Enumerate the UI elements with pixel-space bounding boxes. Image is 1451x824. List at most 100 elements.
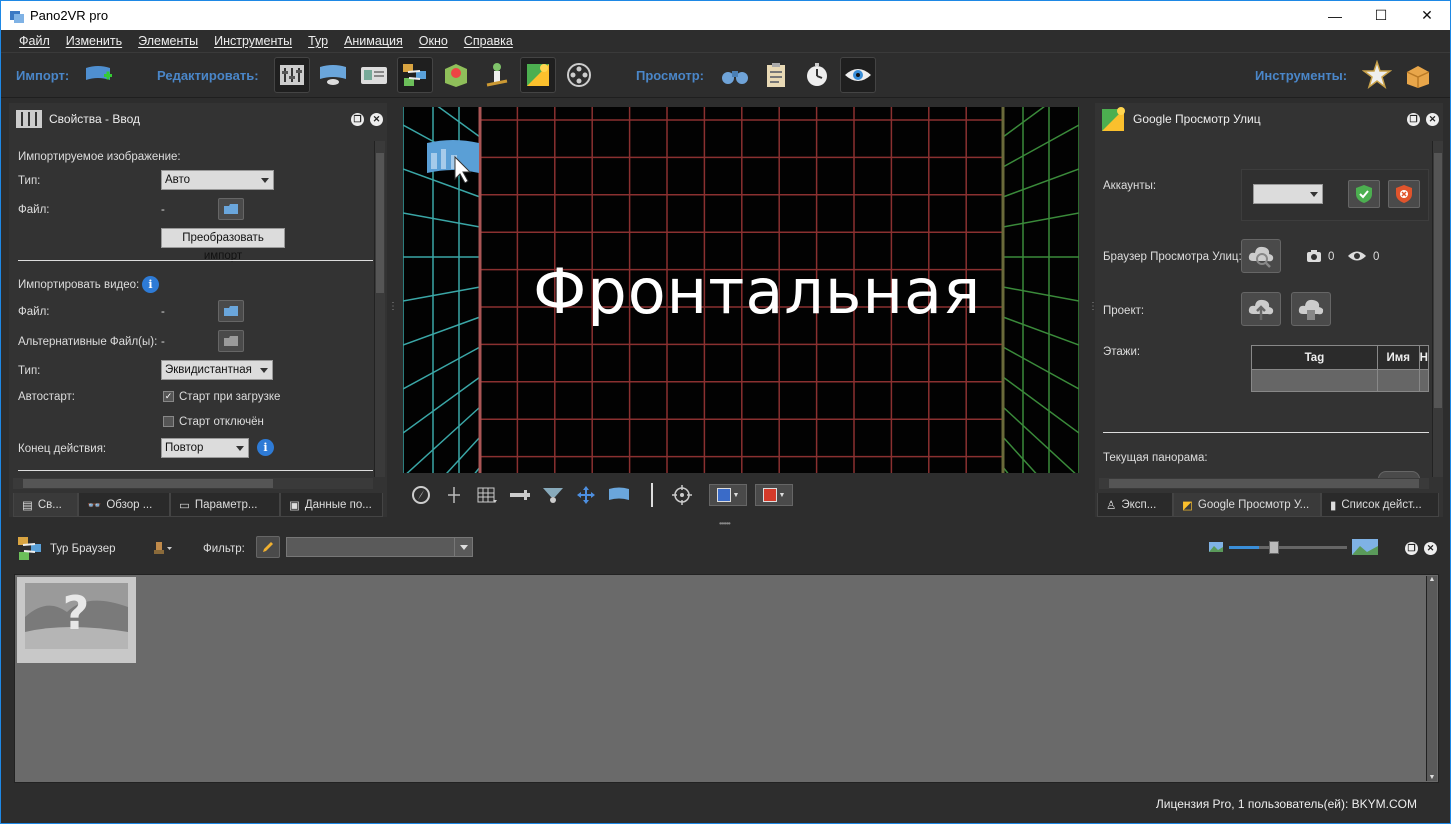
target-button[interactable]: [671, 485, 693, 505]
open-file-button[interactable]: [218, 198, 244, 220]
logout-button[interactable]: [1388, 180, 1420, 208]
menu-help[interactable]: Справка: [464, 34, 513, 48]
zoom-slider-handle[interactable]: [1268, 541, 1279, 554]
end-action-select[interactable]: Повтор: [161, 438, 249, 458]
vertical-scrollbar[interactable]: [1432, 141, 1443, 477]
panorama-viewer[interactable]: Фронтальная: [403, 107, 1079, 473]
fov-button[interactable]: [542, 485, 564, 505]
info-icon[interactable]: i: [257, 439, 274, 456]
scroll-thumb[interactable]: [1434, 153, 1442, 408]
placeholder-image-icon: ?: [25, 583, 128, 649]
user-data-button[interactable]: [356, 57, 392, 93]
menu-elements[interactable]: Элементы: [138, 34, 198, 48]
account-select[interactable]: [1253, 184, 1323, 204]
import-pano-button[interactable]: [81, 57, 117, 93]
column-header-name[interactable]: Имя: [1376, 345, 1420, 370]
blue-color-button[interactable]: ▼: [709, 484, 747, 506]
column-header-tag[interactable]: Tag: [1251, 345, 1378, 370]
splitter-handle[interactable]: ⋮: [388, 301, 398, 321]
tab-google-street-view[interactable]: ◩ Google Просмотр У...: [1173, 493, 1321, 517]
open-video-button[interactable]: [218, 300, 244, 322]
maps-button[interactable]: [438, 57, 474, 93]
packager-button[interactable]: [1400, 57, 1436, 93]
compass-button[interactable]: [410, 485, 432, 505]
scroll-thumb[interactable]: [23, 479, 273, 488]
output-button[interactable]: [758, 57, 794, 93]
pano-cursor-icon: [427, 140, 479, 183]
open-alt-files-button[interactable]: [218, 330, 244, 352]
login-button[interactable]: [1348, 180, 1380, 208]
tab-parameters[interactable]: ▭ Параметр...: [170, 493, 280, 517]
menu-file[interactable]: Файл: [19, 34, 50, 48]
map-pin-icon: [445, 64, 467, 87]
tab-overview[interactable]: 👓 Обзор ...: [78, 493, 170, 517]
scroll-thumb[interactable]: [376, 153, 384, 293]
move-button[interactable]: [575, 485, 597, 505]
close-panel-button[interactable]: ✕: [1426, 113, 1439, 126]
float-panel-button[interactable]: ❐: [1407, 113, 1420, 126]
skin-editor-button[interactable]: [479, 57, 515, 93]
alt-files-value: -: [161, 336, 165, 348]
start-disabled-checkbox[interactable]: [163, 416, 174, 427]
float-panel-button[interactable]: ❐: [351, 113, 364, 126]
tour-browser-button[interactable]: [397, 57, 433, 93]
horizontal-scrollbar[interactable]: [1099, 478, 1429, 489]
vertical-scrollbar[interactable]: ▲ ▼: [1426, 576, 1437, 781]
viewer-toolbar: ▼ ▼: [403, 479, 1079, 511]
filter-edit-button[interactable]: [256, 536, 280, 558]
zoom-slider[interactable]: [1229, 541, 1347, 554]
filter-input[interactable]: [287, 538, 452, 556]
preview-button[interactable]: [717, 57, 753, 93]
timer-button[interactable]: [799, 57, 835, 93]
pano-thumbnail[interactable]: ?: [17, 577, 136, 663]
scroll-thumb[interactable]: [1109, 479, 1419, 488]
menu-edit[interactable]: Изменить: [66, 34, 122, 48]
tab-properties[interactable]: ▤ Св...: [13, 493, 78, 517]
float-panel-button[interactable]: ❐: [1405, 542, 1418, 555]
filter-dropdown-button[interactable]: [454, 538, 472, 556]
splitter-handle[interactable]: ⋮: [1088, 301, 1098, 321]
vertical-scrollbar[interactable]: [374, 141, 385, 477]
filter-combo[interactable]: [286, 537, 473, 557]
info-icon[interactable]: i: [142, 276, 159, 293]
tab-action-list[interactable]: ▮ Список дейст...: [1321, 493, 1439, 517]
video-type-select[interactable]: Эквидистантная: [161, 360, 273, 380]
close-button[interactable]: ✕: [1404, 1, 1450, 30]
column-header-level[interactable]: Н: [1418, 345, 1430, 370]
menu-tour[interactable]: Тур: [308, 34, 328, 48]
horizontal-scrollbar[interactable]: [13, 478, 373, 489]
video-output-button[interactable]: [561, 57, 597, 93]
tab-export[interactable]: ♙ Эксп...: [1097, 493, 1173, 517]
end-action-value: Повтор: [165, 442, 204, 454]
close-panel-button[interactable]: ✕: [1424, 542, 1437, 555]
stamp-menu-button[interactable]: [150, 538, 176, 560]
viewing-parameters-button[interactable]: [315, 57, 351, 93]
crosshair-thin-button[interactable]: [443, 485, 465, 505]
zoom-slider-fill: [1229, 546, 1259, 549]
properties-button[interactable]: [274, 57, 310, 93]
menu-animation[interactable]: Анимация: [344, 34, 403, 48]
pano-flat-button[interactable]: [608, 485, 630, 505]
tour-browser-area[interactable]: ? ▲ ▼: [14, 574, 1439, 783]
splitter-handle[interactable]: ••••••: [719, 519, 731, 528]
menu-tools[interactable]: Инструменты: [214, 34, 292, 48]
minimize-button[interactable]: —: [1312, 1, 1358, 30]
tools-wizard-button[interactable]: [1359, 57, 1395, 93]
start-on-load-checkbox[interactable]: ✓: [163, 391, 174, 402]
type-select[interactable]: Авто: [161, 170, 274, 190]
table-row[interactable]: [1251, 369, 1430, 392]
viewer-button[interactable]: [840, 57, 876, 93]
grid-button[interactable]: [476, 485, 498, 505]
google-street-view-button[interactable]: [520, 57, 556, 93]
skin-figure-icon: [486, 63, 508, 87]
level-button[interactable]: [509, 485, 531, 505]
convert-import-button[interactable]: Преобразовать импорт: [161, 228, 285, 262]
upload-project-button[interactable]: [1241, 292, 1281, 326]
tab-user-data[interactable]: ▣ Данные по...: [280, 493, 383, 517]
maximize-button[interactable]: ☐: [1358, 1, 1404, 30]
street-browser-button[interactable]: [1241, 239, 1281, 273]
close-panel-button[interactable]: ✕: [370, 113, 383, 126]
menu-window[interactable]: Окно: [419, 34, 448, 48]
red-color-button[interactable]: ▼: [755, 484, 793, 506]
publish-project-button[interactable]: [1291, 292, 1331, 326]
